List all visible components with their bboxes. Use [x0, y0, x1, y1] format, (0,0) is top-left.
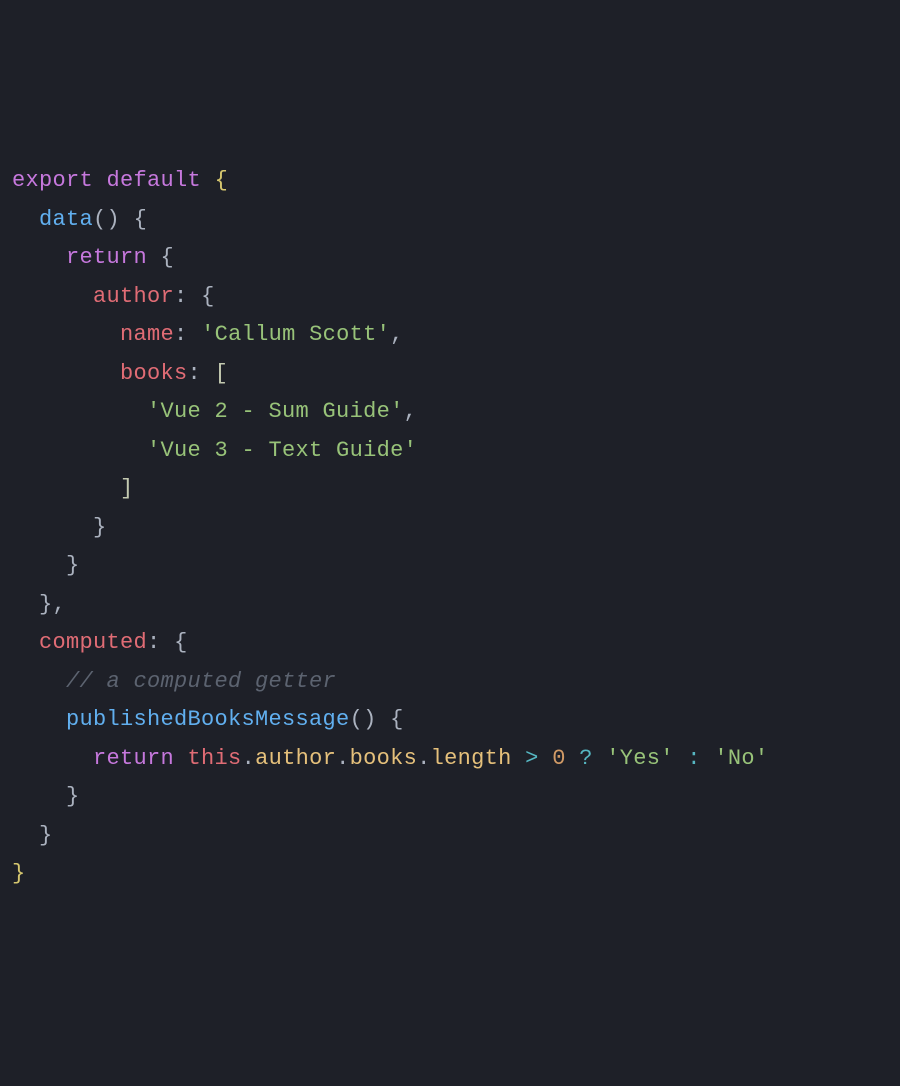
- code-line: 'Vue 3 - Text Guide': [12, 432, 888, 471]
- keyword-return: return: [93, 746, 174, 771]
- brace-close: }: [66, 553, 80, 578]
- paren: (): [350, 707, 377, 732]
- brace-open: {: [174, 630, 188, 655]
- code-line: },: [12, 586, 888, 625]
- code-line: }: [12, 778, 888, 817]
- code-line: computed: {: [12, 624, 888, 663]
- operator-colon: :: [687, 746, 701, 771]
- method-data: data: [39, 207, 93, 232]
- colon: :: [174, 284, 188, 309]
- code-line: }: [12, 547, 888, 586]
- string-yes: 'Yes': [606, 746, 674, 771]
- code-line: ]: [12, 470, 888, 509]
- code-line: export default {: [12, 162, 888, 201]
- comment: // a computed getter: [66, 669, 336, 694]
- brace-open: {: [161, 245, 175, 270]
- paren: (): [93, 207, 120, 232]
- code-line: }: [12, 817, 888, 856]
- colon: :: [188, 361, 202, 386]
- property-books: books: [120, 361, 188, 386]
- comma: ,: [53, 592, 67, 617]
- dot: .: [336, 746, 350, 771]
- brace-open: {: [134, 207, 148, 232]
- code-line: data() {: [12, 201, 888, 240]
- operator-gt: >: [525, 746, 539, 771]
- brace-close: }: [39, 592, 53, 617]
- colon: :: [147, 630, 161, 655]
- brace-close: }: [12, 861, 26, 886]
- code-line: // a computed getter: [12, 663, 888, 702]
- string-value: 'Callum Scott': [201, 322, 390, 347]
- code-line: name: 'Callum Scott',: [12, 316, 888, 355]
- brace-open: {: [201, 284, 215, 309]
- brace-close: }: [66, 784, 80, 809]
- code-line: books: [: [12, 355, 888, 394]
- brace-close: }: [39, 823, 53, 848]
- dot: .: [242, 746, 256, 771]
- bracket-open: [: [215, 361, 229, 386]
- bracket-close: ]: [120, 476, 134, 501]
- property-name: name: [120, 322, 174, 347]
- code-editor[interactable]: export default { data() { return { autho…: [12, 162, 888, 894]
- string-value: 'Vue 3 - Text Guide': [147, 438, 417, 463]
- code-line: author: {: [12, 278, 888, 317]
- code-line: return {: [12, 239, 888, 278]
- method-publishedBooksMessage: publishedBooksMessage: [66, 707, 350, 732]
- member-author: author: [255, 746, 336, 771]
- string-value: 'Vue 2 - Sum Guide': [147, 399, 404, 424]
- keyword-export: export: [12, 168, 93, 193]
- comma: ,: [404, 399, 418, 424]
- code-line: 'Vue 2 - Sum Guide',: [12, 393, 888, 432]
- colon: :: [174, 322, 188, 347]
- member-books: books: [350, 746, 418, 771]
- code-line: publishedBooksMessage() {: [12, 701, 888, 740]
- property-author: author: [93, 284, 174, 309]
- string-no: 'No': [714, 746, 768, 771]
- member-length: length: [431, 746, 512, 771]
- dot: .: [417, 746, 431, 771]
- number-zero: 0: [552, 746, 566, 771]
- brace-open: {: [390, 707, 404, 732]
- operator-qmark: ?: [579, 746, 593, 771]
- keyword-return: return: [66, 245, 147, 270]
- code-line: return this.author.books.length > 0 ? 'Y…: [12, 740, 888, 779]
- comma: ,: [390, 322, 404, 347]
- brace-close: }: [93, 515, 107, 540]
- code-line: }: [12, 855, 888, 894]
- brace-open: {: [215, 168, 229, 193]
- code-line: }: [12, 509, 888, 548]
- keyword-default: default: [107, 168, 202, 193]
- property-computed: computed: [39, 630, 147, 655]
- keyword-this: this: [188, 746, 242, 771]
